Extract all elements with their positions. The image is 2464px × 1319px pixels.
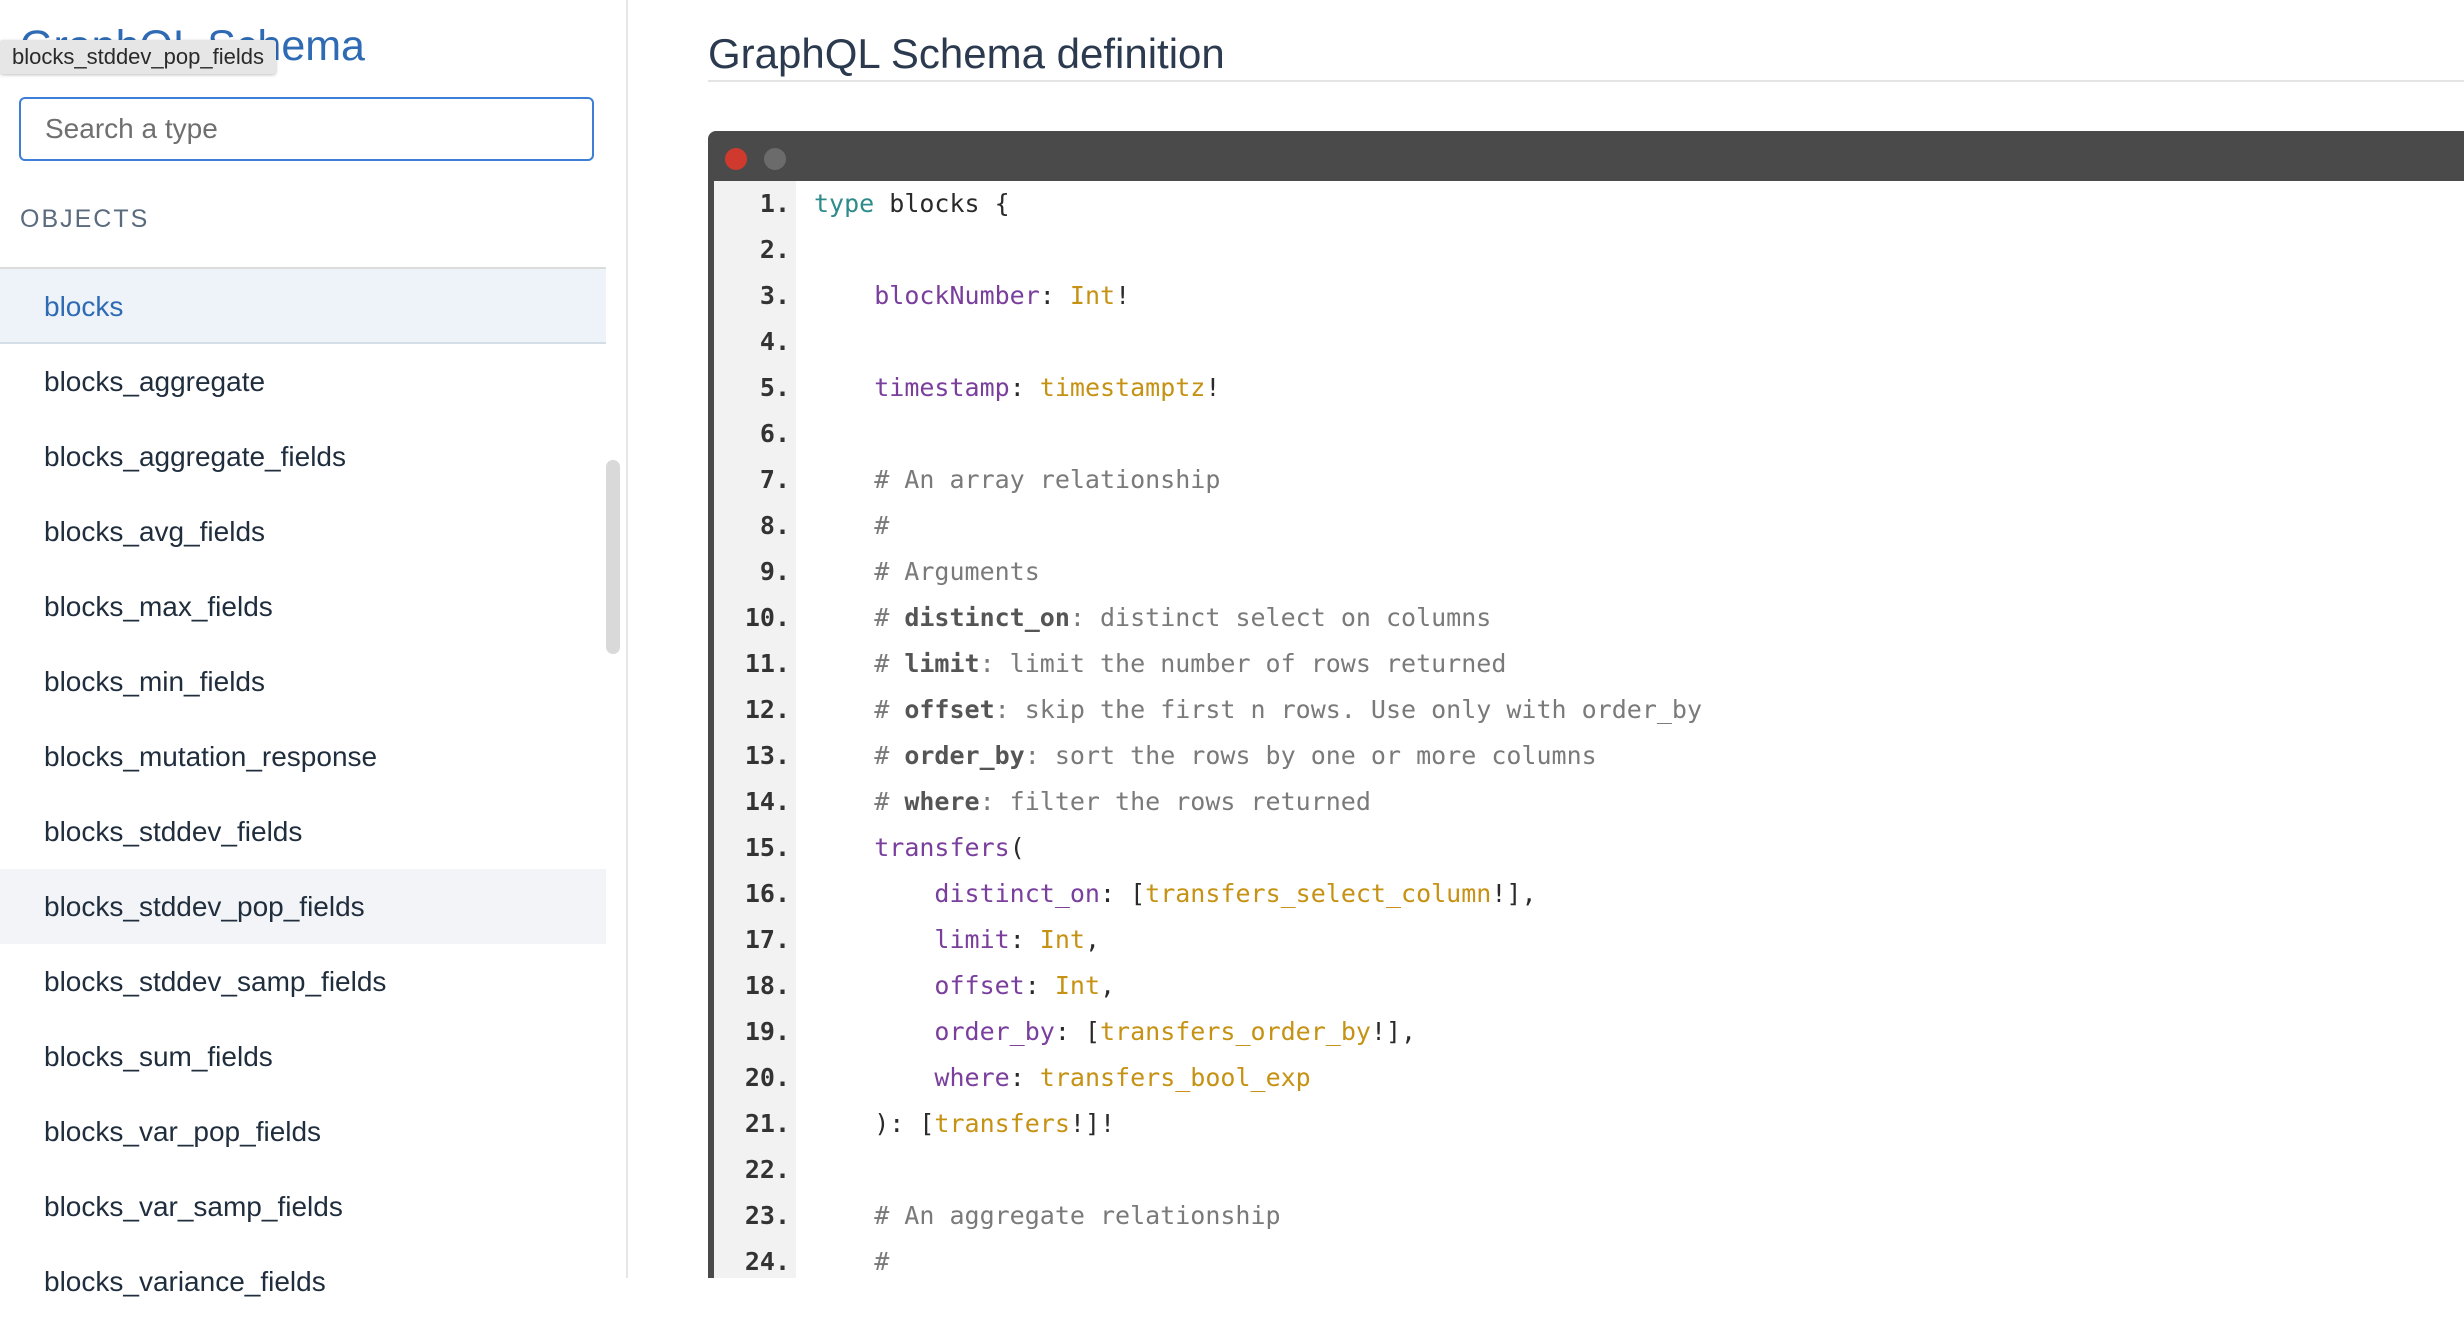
- minimize-dot-icon[interactable]: [764, 148, 786, 170]
- code-text: where: transfers_bool_exp: [934, 1063, 1311, 1092]
- code-text: # Arguments: [814, 557, 1040, 586]
- code-text: # offset: skip the first n rows. Use onl…: [814, 695, 1703, 724]
- sidebar-item-blocks-min-fields[interactable]: blocks_min_fields: [0, 644, 606, 719]
- line-number: 10.: [744, 603, 790, 632]
- code-line: 20. where: transfers_bool_exp: [714, 1055, 2464, 1101]
- code-line: 9. # Arguments: [714, 549, 2464, 595]
- line-number: 7.: [759, 465, 790, 494]
- code-line: 14. # where: filter the rows returned: [714, 779, 2464, 825]
- sidebar-item-blocks[interactable]: blocks: [0, 269, 606, 344]
- code-text: #: [814, 511, 890, 540]
- line-number: 12.: [744, 695, 790, 724]
- line-number: 8.: [759, 511, 790, 540]
- sidebar-item-blocks-stddev-pop-fields[interactable]: blocks_stddev_pop_fields: [0, 869, 606, 944]
- code-line: 24. #: [714, 1239, 2464, 1278]
- code-text: order_by: [transfers_order_by!],: [934, 1017, 1417, 1046]
- code-text: timestamp: timestamptz!: [874, 373, 1221, 402]
- code-line: 7. # An array relationship: [714, 457, 2464, 503]
- line-number: 1.: [759, 189, 790, 218]
- sidebar-item-blocks-var-pop-fields[interactable]: blocks_var_pop_fields: [0, 1094, 606, 1169]
- tooltip: blocks_stddev_pop_fields: [0, 40, 276, 74]
- sidebar-item-blocks-var-samp-fields[interactable]: blocks_var_samp_fields: [0, 1169, 606, 1244]
- type-list: blocks blocks_aggregate blocks_aggregate_f…: [0, 267, 606, 1319]
- code-text: ): [transfers!]!: [814, 1109, 1116, 1138]
- code-line: 4.: [714, 319, 2464, 365]
- code-text: # limit: limit the number of rows return…: [814, 649, 1507, 678]
- search-input[interactable]: [19, 97, 594, 161]
- sidebar-item-blocks-aggregate-fields[interactable]: blocks_aggregate_fields: [0, 419, 606, 494]
- code-text: transfers(: [874, 833, 1025, 862]
- code-line: 21. ): [transfers!]!: [714, 1101, 2464, 1147]
- sidebar-item-blocks-stddev-fields[interactable]: blocks_stddev_fields: [0, 794, 606, 869]
- code-text: # distinct_on: distinct select on column…: [814, 603, 1492, 632]
- code-line: 23. # An aggregate relationship: [714, 1193, 2464, 1239]
- code-line: 1. type blocks {: [714, 181, 2464, 227]
- code-text: # order_by: sort the rows by one or more…: [814, 741, 1597, 770]
- sidebar-item-blocks-stddev-samp-fields[interactable]: blocks_stddev_samp_fields: [0, 944, 606, 1019]
- code-line: 2.: [714, 227, 2464, 273]
- line-number: 17.: [744, 925, 790, 954]
- code-line: 11. # limit: limit the number of rows re…: [714, 641, 2464, 687]
- close-dot-icon[interactable]: [725, 148, 747, 170]
- code-text: limit: Int,: [934, 925, 1101, 954]
- line-number: 3.: [759, 281, 790, 310]
- code-text: # An aggregate relationship: [814, 1201, 1281, 1230]
- page-title: GraphQL Schema definition: [708, 30, 1225, 77]
- sidebar-item-blocks-aggregate[interactable]: blocks_aggregate: [0, 344, 606, 419]
- code-line: 6.: [714, 411, 2464, 457]
- code-line: 18. offset: Int,: [714, 963, 2464, 1009]
- line-number: 6.: [759, 419, 790, 448]
- section-label-objects: OBJECTS: [20, 205, 150, 233]
- line-number: 5.: [759, 373, 790, 402]
- code-lines: 1. type blocks { 2. 3. blockNumber: Int! 4. 5…: [714, 181, 2464, 1278]
- code-line: 19. order_by: [transfers_order_by!],: [714, 1009, 2464, 1055]
- line-number: 23.: [744, 1201, 790, 1230]
- code-line: 17. limit: Int,: [714, 917, 2464, 963]
- line-number: 13.: [744, 741, 790, 770]
- line-number: 2.: [759, 235, 790, 264]
- line-number: 4.: [759, 327, 790, 356]
- code-line: 5. timestamp: timestamptz!: [714, 365, 2464, 411]
- code-line: 15. transfers(: [714, 825, 2464, 871]
- code-line: 3. blockNumber: Int!: [714, 273, 2464, 319]
- line-number: 24.: [744, 1247, 790, 1276]
- sidebar-item-blocks-sum-fields[interactable]: blocks_sum_fields: [0, 1019, 606, 1094]
- line-number: 18.: [744, 971, 790, 1000]
- code-line: 8. #: [714, 503, 2464, 549]
- code-line: 16. distinct_on: [transfers_select_colum…: [714, 871, 2464, 917]
- code-line: 12. # offset: skip the first n rows. Use…: [714, 687, 2464, 733]
- code-text: type blocks {: [814, 189, 1010, 218]
- line-number: 19.: [744, 1017, 790, 1046]
- sidebar-item-blocks-max-fields[interactable]: blocks_max_fields: [0, 569, 606, 644]
- line-number: 16.: [744, 879, 790, 908]
- line-number: 22.: [744, 1155, 790, 1184]
- title-divider: [708, 80, 2464, 82]
- line-number: 9.: [759, 557, 790, 586]
- line-number: 15.: [744, 833, 790, 862]
- code-text: # An array relationship: [814, 465, 1221, 494]
- code-line: 22.: [714, 1147, 2464, 1193]
- code-text: # where: filter the rows returned: [814, 787, 1371, 816]
- code-body: 1. type blocks { 2. 3. blockNumber: Int! 4. 5…: [714, 181, 2464, 1278]
- line-number: 20.: [744, 1063, 790, 1092]
- code-text: #: [814, 1247, 890, 1276]
- sidebar-scrollbar[interactable]: [606, 460, 620, 654]
- sidebar-item-blocks-avg-fields[interactable]: blocks_avg_fields: [0, 494, 606, 569]
- code-text: blockNumber: Int!: [874, 281, 1131, 310]
- line-number: 14.: [744, 787, 790, 816]
- code-line: 10. # distinct_on: distinct select on co…: [714, 595, 2464, 641]
- code-window: 1. type blocks { 2. 3. blockNumber: Int! 4. 5…: [708, 131, 2464, 1278]
- sidebar-item-blocks-variance-fields[interactable]: blocks_variance_fields: [0, 1244, 606, 1319]
- code-text: offset: Int,: [934, 971, 1116, 1000]
- code-line: 13. # order_by: sort the rows by one or …: [714, 733, 2464, 779]
- code-text: distinct_on: [transfers_select_column!],: [934, 879, 1537, 908]
- sidebar: GraphQL Schema blocks_stddev_pop_fields …: [0, 0, 628, 1297]
- sidebar-item-blocks-mutation-response[interactable]: blocks_mutation_response: [0, 719, 606, 794]
- line-number: 21.: [744, 1109, 790, 1138]
- line-number: 11.: [744, 649, 790, 678]
